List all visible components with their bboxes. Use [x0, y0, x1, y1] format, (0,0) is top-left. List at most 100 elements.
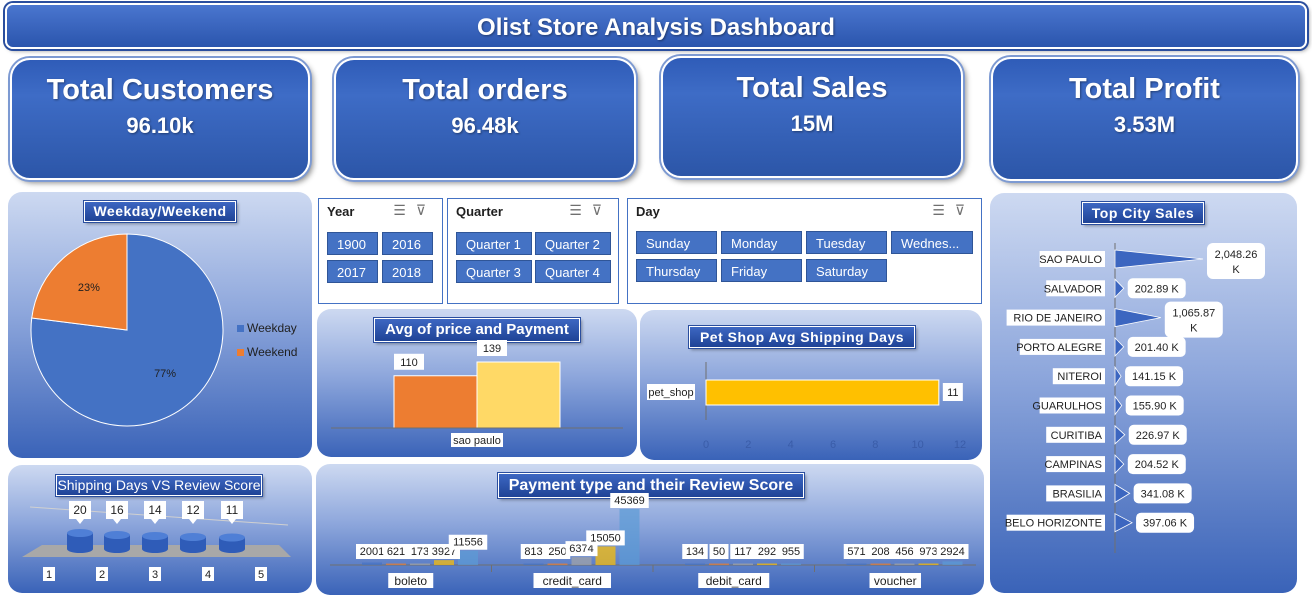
- bar[interactable]: [1114, 513, 1133, 533]
- bar[interactable]: [1114, 278, 1125, 299]
- data-label: 208: [871, 546, 889, 558]
- data-label: 173: [411, 546, 429, 558]
- bar[interactable]: [1114, 336, 1125, 357]
- data-label: 117: [734, 546, 752, 558]
- year-slicer[interactable]: Year ☰⊽ 1900 2016 2017 2018: [318, 198, 443, 304]
- bar[interactable]: [1114, 483, 1131, 504]
- slicer-item-monday[interactable]: Monday: [721, 231, 802, 254]
- bar[interactable]: [1114, 395, 1123, 416]
- multi-select-icon[interactable]: ☰: [569, 202, 592, 218]
- clear-filter-icon[interactable]: ⊽: [592, 202, 612, 218]
- bar[interactable]: [757, 563, 777, 566]
- category-label: NITEROI: [1057, 371, 1102, 383]
- bar[interactable]: [942, 561, 963, 565]
- category-label: CURITIBA: [1051, 430, 1103, 442]
- legend-weekend: Weekend: [247, 345, 297, 359]
- category-label: RIO DE JANEIRO: [1013, 313, 1102, 325]
- bar[interactable]: [1114, 308, 1161, 328]
- avg-price-chart: 110 139 sao paulo: [331, 340, 623, 447]
- slicer-item-saturday[interactable]: Saturday: [806, 259, 887, 282]
- bar[interactable]: [523, 563, 544, 566]
- kpi-value: 96.48k: [451, 113, 519, 138]
- slicer-item-sunday[interactable]: Sunday: [636, 231, 717, 254]
- x-tick-label: 12: [954, 439, 966, 451]
- bar[interactable]: [434, 560, 454, 565]
- bar[interactable]: [410, 563, 430, 566]
- day-slicer[interactable]: Day ☰⊽ Sunday Monday Tuesday Wednes... T…: [627, 198, 982, 304]
- kpi-label: Total Sales: [736, 72, 888, 104]
- slicer-header: Day: [636, 204, 660, 219]
- slicer-item-wednesday[interactable]: Wednes...: [891, 231, 973, 254]
- data-label: 2924: [940, 546, 964, 558]
- callout-pointer: [76, 519, 84, 524]
- data-label: 110: [400, 357, 418, 369]
- legend-swatch-weekend: [237, 349, 244, 356]
- slicer-item-thursday[interactable]: Thursday: [636, 259, 717, 282]
- bar[interactable]: [894, 563, 915, 566]
- clear-filter-icon[interactable]: ⊽: [955, 202, 975, 218]
- bar[interactable]: [846, 563, 867, 566]
- x-tick-label: 6: [830, 439, 836, 451]
- bar[interactable]: [1114, 424, 1126, 445]
- bar[interactable]: [781, 563, 801, 566]
- callout-pointer: [189, 519, 197, 524]
- bar[interactable]: [733, 563, 753, 566]
- category-label: 5: [258, 569, 264, 581]
- kpi-label: Total Customers: [46, 74, 274, 106]
- bar-top: [104, 531, 130, 539]
- bar[interactable]: [705, 379, 940, 406]
- multi-select-icon[interactable]: ☰: [932, 202, 955, 218]
- bar[interactable]: [1114, 365, 1122, 387]
- slicer-item-1900[interactable]: 1900: [327, 232, 378, 255]
- bar[interactable]: [709, 563, 729, 566]
- data-label: 226.97 K: [1136, 430, 1181, 442]
- x-tick-label: 8: [872, 439, 878, 451]
- kpi-total-profit: Total Profit 3.53M: [991, 57, 1298, 181]
- bar[interactable]: [386, 563, 406, 566]
- bar[interactable]: [1114, 454, 1125, 475]
- bar-top: [67, 529, 93, 537]
- bar[interactable]: [685, 563, 705, 566]
- kpi-total-orders: Total orders 96.48k: [334, 58, 636, 180]
- title-bar: Olist Store Analysis Dashboard: [5, 3, 1307, 49]
- bar-top: [219, 533, 245, 542]
- category-label: 4: [205, 569, 211, 581]
- slicer-item-tuesday[interactable]: Tuesday: [806, 231, 887, 254]
- bar[interactable]: [1114, 249, 1204, 269]
- data-label: 204.52 K: [1135, 459, 1180, 471]
- bar[interactable]: [362, 562, 382, 565]
- slicer-item-friday[interactable]: Friday: [721, 259, 802, 282]
- page-title: Olist Store Analysis Dashboard: [477, 14, 835, 41]
- category-label: BRASILIA: [1052, 488, 1102, 500]
- x-tick-label: 10: [912, 439, 924, 451]
- bar[interactable]: [547, 563, 568, 566]
- bar[interactable]: [458, 550, 478, 565]
- multi-select-icon[interactable]: ☰: [393, 202, 416, 218]
- data-label: 955: [782, 546, 800, 558]
- top-city-chart: SAO PAULO 2,048.26 K SALVADOR 202.89 K RIO DE…: [1005, 243, 1265, 553]
- category-label: debit_card: [706, 574, 762, 588]
- category-label: CAMPINAS: [1045, 459, 1102, 471]
- slicer-item-quarter-2[interactable]: Quarter 2: [535, 232, 611, 255]
- x-tick-label: 4: [788, 439, 794, 451]
- slicer-item-2018[interactable]: 2018: [382, 260, 433, 283]
- category-label: GUARULHOS: [1032, 401, 1102, 413]
- bar[interactable]: [393, 375, 478, 429]
- slicer-item-2016[interactable]: 2016: [382, 232, 433, 255]
- bar[interactable]: [476, 361, 561, 429]
- slicer-item-quarter-4[interactable]: Quarter 4: [535, 260, 611, 283]
- clear-filter-icon[interactable]: ⊽: [416, 202, 436, 218]
- pet-shop-chart: 11 pet_shop 0 2 4 6 8 10 12: [647, 362, 966, 451]
- slicer-item-quarter-3[interactable]: Quarter 3: [456, 260, 532, 283]
- kpi-value: 3.53M: [1113, 112, 1176, 137]
- bar[interactable]: [870, 563, 891, 566]
- bar[interactable]: [918, 563, 939, 566]
- bar[interactable]: [595, 546, 616, 565]
- data-label: 11556: [453, 537, 483, 549]
- quarter-slicer[interactable]: Quarter ☰⊽ Quarter 1 Quarter 2 Quarter 3…: [447, 198, 619, 304]
- slicer-item-2017[interactable]: 2017: [327, 260, 378, 283]
- slicer-item-quarter-1[interactable]: Quarter 1: [456, 232, 532, 255]
- data-label: 15050: [590, 532, 621, 544]
- data-label: 14: [148, 503, 162, 517]
- bar[interactable]: [571, 557, 592, 565]
